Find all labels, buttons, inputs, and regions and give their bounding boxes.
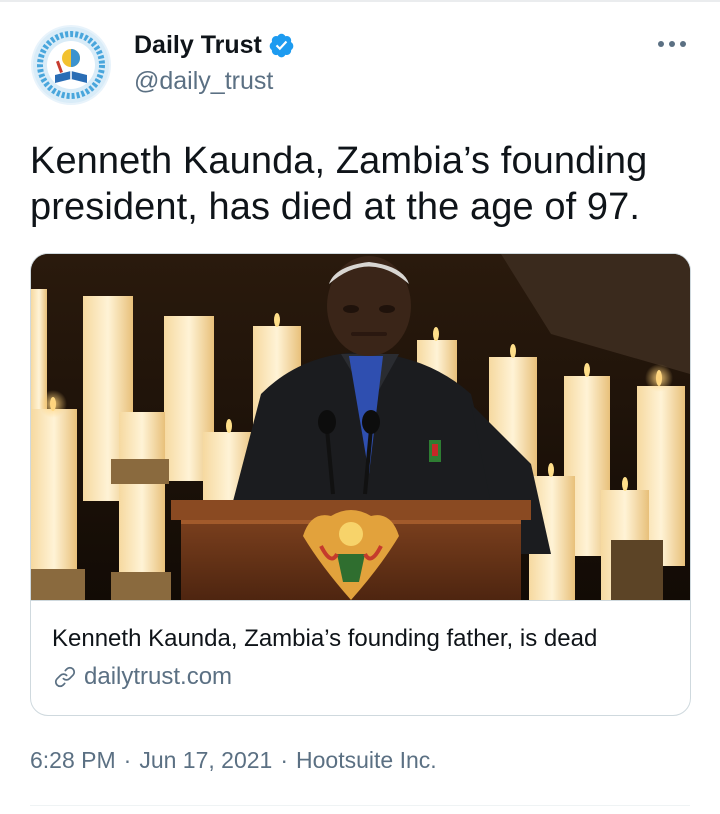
meta-separator: ·: [280, 747, 289, 773]
author-display-name[interactable]: Daily Trust: [134, 30, 262, 60]
card-domain-row[interactable]: dailytrust.com: [52, 662, 232, 692]
meta-separator: ·: [123, 747, 132, 773]
author-handle[interactable]: @daily_trust: [134, 66, 273, 96]
card-domain[interactable]: dailytrust.com: [84, 662, 232, 692]
top-divider: [0, 0, 720, 2]
verified-badge-icon: [268, 32, 295, 59]
daily-trust-logo: [33, 27, 109, 103]
tweet-date[interactable]: Jun 17, 2021: [139, 747, 272, 773]
avatar[interactable]: [31, 25, 111, 105]
tweet-meta: 6:28 PM · Jun 17, 2021 · Hootsuite Inc.: [30, 746, 437, 774]
card-divider: [31, 600, 690, 601]
link-preview-card[interactable]: Kenneth Kaunda, Zambia’s founding father…: [30, 253, 691, 716]
author-name-row[interactable]: Daily Trust: [134, 30, 295, 60]
more-options-icon: [658, 41, 686, 47]
card-photo: [31, 254, 690, 600]
link-icon: [52, 664, 78, 690]
tweet-text: Kenneth Kaunda, Zambia’s founding presid…: [30, 140, 648, 228]
tweet-time[interactable]: 6:28 PM: [30, 747, 116, 773]
more-options-button[interactable]: [652, 30, 692, 58]
tweet-source-app[interactable]: Hootsuite Inc.: [296, 747, 437, 773]
card-title[interactable]: Kenneth Kaunda, Zambia’s founding father…: [52, 624, 597, 654]
bottom-divider: [30, 805, 690, 806]
card-image[interactable]: [31, 254, 690, 600]
